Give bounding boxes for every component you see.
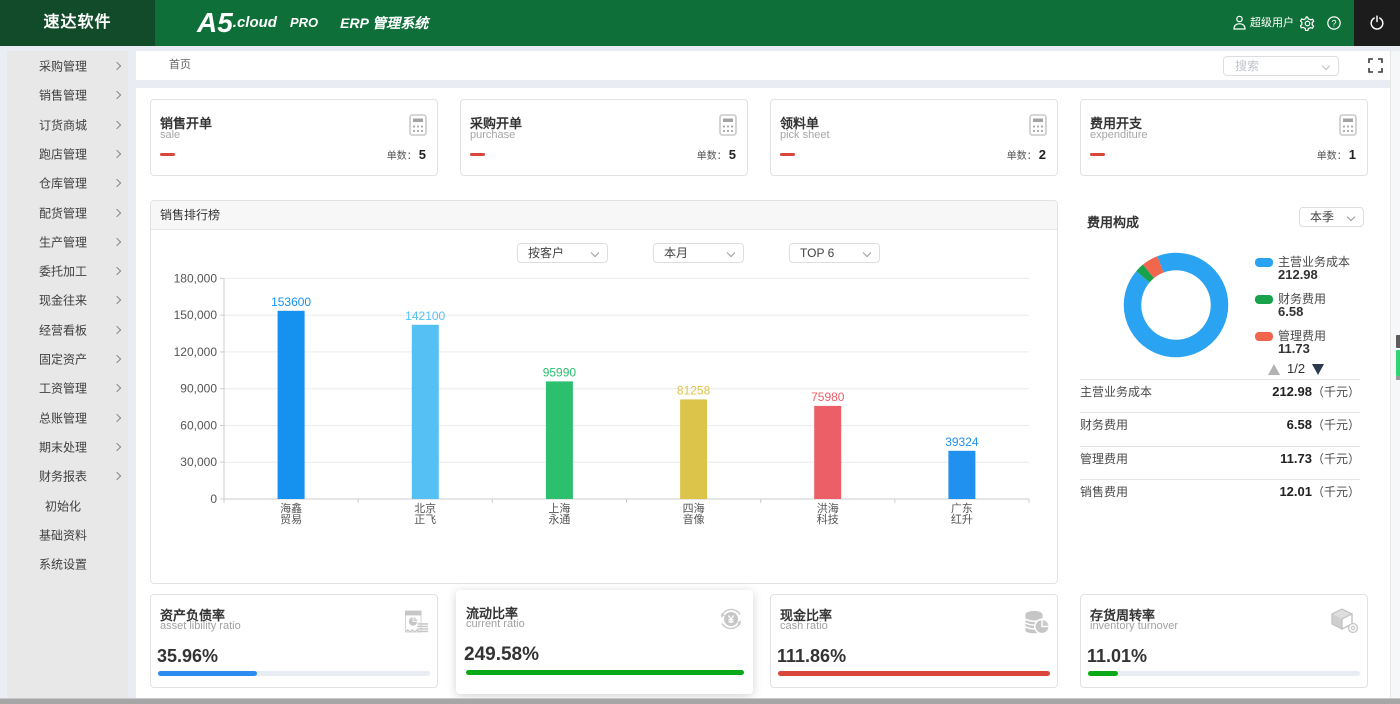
svg-text:180,000: 180,000 xyxy=(174,271,218,285)
svg-text:北京: 北京 xyxy=(414,501,436,515)
svg-text:60,000: 60,000 xyxy=(180,419,217,433)
svg-text:音像: 音像 xyxy=(683,512,705,526)
svg-text:153600: 153600 xyxy=(271,295,311,309)
svg-text:科技: 科技 xyxy=(817,512,839,526)
svg-text:90,000: 90,000 xyxy=(180,382,217,396)
svg-text:海鑫: 海鑫 xyxy=(280,501,302,515)
svg-text:142100: 142100 xyxy=(405,309,445,323)
svg-text:81258: 81258 xyxy=(677,383,711,397)
svg-text:永通: 永通 xyxy=(548,512,570,526)
svg-text:?: ? xyxy=(1331,18,1336,28)
svg-text:正飞: 正飞 xyxy=(414,514,436,526)
svg-text:0: 0 xyxy=(210,492,217,506)
svg-text:上海: 上海 xyxy=(548,501,570,515)
svg-text:75980: 75980 xyxy=(811,390,845,404)
svg-text:39324: 39324 xyxy=(945,435,979,449)
svg-text:150,000: 150,000 xyxy=(174,308,218,322)
svg-text:95990: 95990 xyxy=(543,365,577,379)
svg-text:贸易: 贸易 xyxy=(280,513,302,526)
svg-text:四海: 四海 xyxy=(683,501,705,515)
svg-text:30,000: 30,000 xyxy=(180,455,217,469)
svg-text:红升: 红升 xyxy=(951,513,973,526)
svg-text:120,000: 120,000 xyxy=(174,345,218,359)
svg-text:洪海: 洪海 xyxy=(817,501,839,515)
